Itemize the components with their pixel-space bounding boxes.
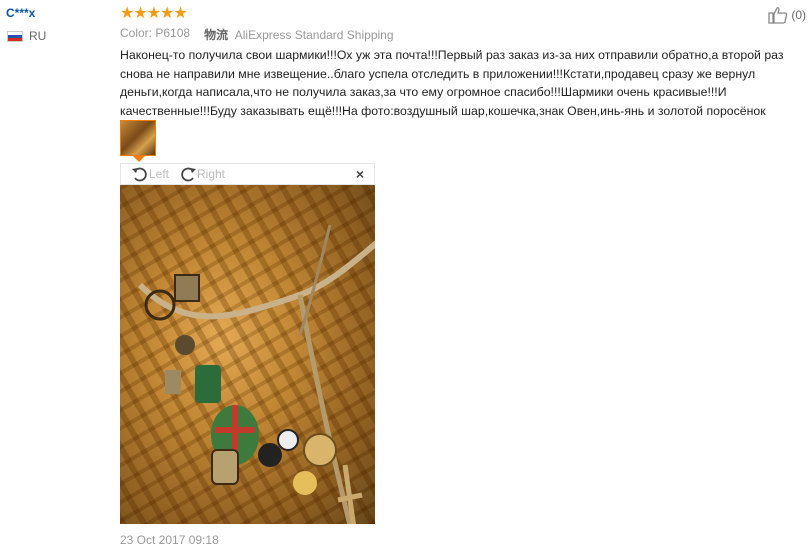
star-icon: ★ [133,5,147,22]
shipping-info: 物流 AliExpress Standard Shipping [204,26,393,43]
country-code: RU [29,29,47,43]
rotate-left-button[interactable]: Left [131,165,169,183]
star-icon: ★ [146,5,161,22]
star-icon: ★ [173,5,187,22]
rotate-right-button[interactable]: Right [179,165,225,183]
star-rating: ★ ★ ★ ★ ★ [120,3,188,23]
color-label: Color: [120,26,153,40]
review-text: Наконец-то получила свои шармики!!!Ох уж… [120,48,784,118]
shipping-label: 物流 [204,28,229,42]
star-icon: ★ [120,5,134,22]
rotate-right-icon [181,167,196,182]
close-viewer-button[interactable]: × [356,166,364,182]
color-info: Color: P6108 [120,26,190,43]
photo-viewer-toolbar: Left Right × [120,163,375,185]
photo-thumbnail[interactable] [120,120,156,156]
rotate-left-icon [132,167,147,182]
reviewer-name: C***x [6,6,36,20]
reviewer-country: RU [7,29,46,43]
bracelet-illustration [137,225,375,524]
star-icon: ★ [160,5,174,22]
shipping-value: AliExpress Standard Shipping [234,28,394,42]
color-value: P6108 [155,26,191,40]
thumbs-up-icon[interactable] [768,6,788,24]
review-photo [120,185,375,524]
helpful-button[interactable]: (0) [768,6,806,24]
helpful-count: (0) [791,8,806,22]
review-date: 23 Oct 2017 09:18 [120,533,219,547]
order-meta: Color: P6108 物流 AliExpress Standard Ship… [120,26,394,43]
thumbnail-pointer [133,156,145,162]
russia-flag-icon [7,30,23,42]
